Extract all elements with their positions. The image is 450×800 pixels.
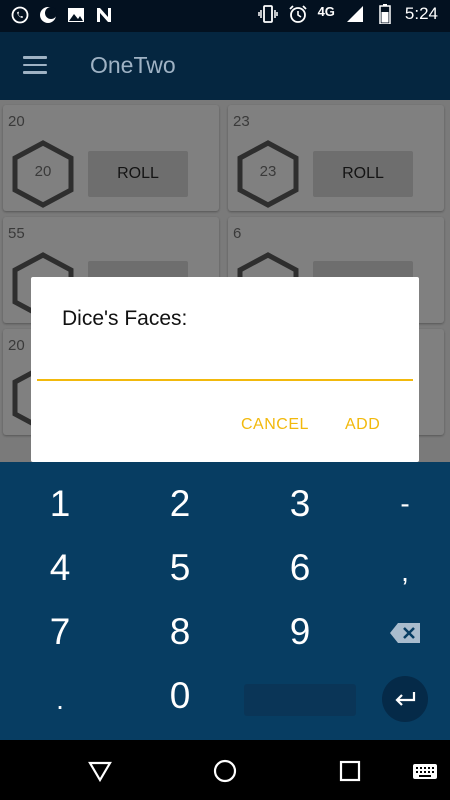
hamburger-menu-icon[interactable] bbox=[23, 56, 47, 74]
app-title: OneTwo bbox=[90, 52, 176, 78]
backspace-icon[interactable] bbox=[380, 610, 430, 656]
clock: 5:24 bbox=[404, 4, 438, 23]
status-bar: 4G 5:24 bbox=[0, 0, 450, 32]
key-0[interactable]: 0 bbox=[140, 668, 220, 724]
key-8[interactable]: 8 bbox=[140, 604, 220, 660]
home-icon[interactable] bbox=[212, 758, 238, 784]
battery-icon bbox=[375, 4, 395, 24]
dice-card-number: 55 bbox=[8, 225, 25, 242]
signal-icon bbox=[345, 4, 365, 24]
back-icon[interactable] bbox=[87, 758, 113, 784]
dice-card-number: 6 bbox=[233, 225, 242, 242]
dice-card-number: 23 bbox=[233, 113, 250, 130]
dice-faces-input[interactable] bbox=[37, 347, 413, 381]
key-1[interactable]: 1 bbox=[20, 476, 100, 532]
key-4[interactable]: 4 bbox=[20, 540, 100, 596]
key-6[interactable]: 6 bbox=[260, 540, 340, 596]
roll-button[interactable]: ROLL bbox=[88, 151, 188, 197]
dialog-title: Dice's Faces: bbox=[62, 307, 188, 330]
n-app-icon bbox=[94, 5, 114, 25]
image-icon bbox=[66, 5, 86, 25]
dice-card-number: 20 bbox=[8, 113, 25, 130]
recents-icon[interactable] bbox=[337, 758, 363, 784]
add-dice-dialog: Dice's Faces: CANCEL ADD bbox=[31, 277, 419, 462]
numeric-keyboard: 1 2 3 - 4 5 6 , 7 8 9 . 0 bbox=[0, 462, 450, 740]
moon-icon bbox=[38, 5, 58, 25]
keyboard-icon[interactable] bbox=[412, 758, 438, 784]
dice-card: 20 20 ROLL bbox=[3, 105, 219, 211]
dice-card: 23 23 ROLL bbox=[228, 105, 444, 211]
dice-card-number: 20 bbox=[8, 337, 25, 354]
vibrate-icon bbox=[257, 4, 278, 24]
key-minus[interactable]: - bbox=[365, 476, 445, 532]
cancel-button[interactable]: CANCEL bbox=[241, 416, 309, 434]
dice-value: 20 bbox=[34, 163, 52, 180]
key-period[interactable]: . bbox=[20, 672, 100, 728]
key-2[interactable]: 2 bbox=[140, 476, 220, 532]
roll-button[interactable]: ROLL bbox=[313, 151, 413, 197]
key-7[interactable]: 7 bbox=[20, 604, 100, 660]
space-key[interactable] bbox=[244, 684, 356, 716]
app-bar: OneTwo bbox=[0, 32, 450, 100]
alarm-icon bbox=[288, 4, 308, 24]
dice-value: 23 bbox=[259, 163, 277, 180]
key-3[interactable]: 3 bbox=[260, 476, 340, 532]
enter-icon[interactable] bbox=[382, 676, 428, 722]
whatsapp-icon bbox=[10, 5, 30, 25]
network-label: 4G bbox=[317, 3, 335, 19]
key-9[interactable]: 9 bbox=[260, 604, 340, 660]
add-button[interactable]: ADD bbox=[345, 416, 380, 434]
key-5[interactable]: 5 bbox=[140, 540, 220, 596]
navigation-bar bbox=[0, 740, 450, 800]
key-comma[interactable]: , bbox=[365, 544, 445, 600]
